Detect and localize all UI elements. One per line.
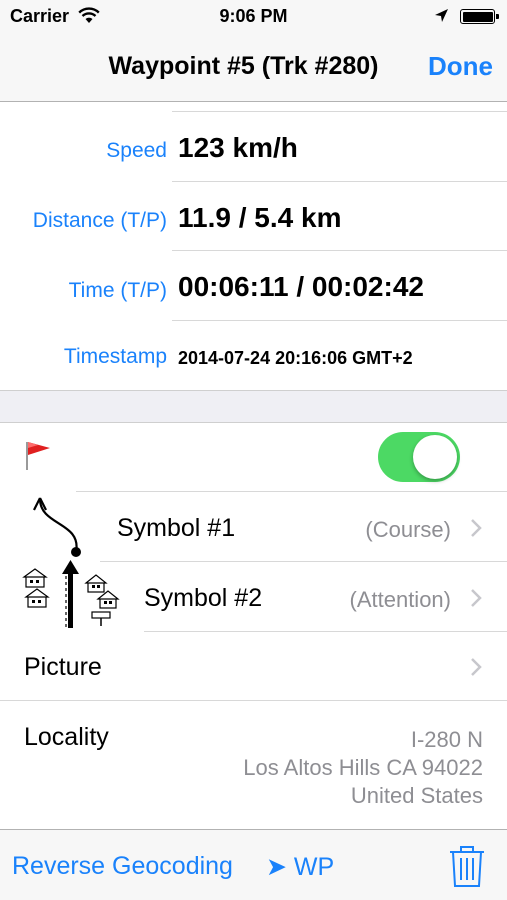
done-button[interactable]: Done [428,51,493,82]
time-label: Time (T/P) [68,279,167,302]
bottom-toolbar: Reverse Geocoding ➤ WP [0,829,507,900]
speed-row: Speed 123 km/h [0,112,507,182]
status-time: 9:06 PM [219,6,288,26]
picture-label[interactable]: Picture [24,653,102,682]
locality-line: Los Altos Hills CA 94022 [243,755,483,780]
divider [76,491,507,492]
location-services-icon [435,9,448,22]
locality-label: Locality [24,723,109,751]
symbol-2-detail: (Attention) [349,587,452,612]
section-separator [0,390,507,423]
time-value: 00:06:11 / 00:02:42 [178,271,424,302]
distance-row: Distance (T/P) 11.9 / 5.4 km [0,182,507,252]
symbol-1-label[interactable]: Symbol #1 [117,514,235,543]
chevron-right-icon[interactable] [470,588,482,608]
time-row: Time (T/P) 00:06:11 / 00:02:42 [0,251,507,321]
wp-button[interactable]: ➤ WP [266,852,334,882]
divider [100,561,507,562]
timestamp-row: Timestamp 2014-07-24 20:16:06 GMT+2 [0,321,507,391]
course-route-icon [22,497,120,630]
locality-address: I-280 N Los Altos Hills CA 94022 United … [243,726,483,810]
red-flag-icon [26,442,50,470]
chevron-right-icon[interactable] [470,518,482,538]
locality-line: I-280 N [410,727,483,752]
chevron-right-icon[interactable] [470,657,482,677]
timestamp-label: Timestamp [63,345,167,368]
locality-line: United States [350,783,483,808]
distance-value: 11.9 / 5.4 km [178,202,342,233]
waypoint-info: Speed 123 km/h Distance (T/P) 11.9 / 5.4… [0,102,507,390]
divider [144,631,507,632]
reverse-geocoding-button[interactable]: Reverse Geocoding [12,852,233,881]
divider [0,700,507,701]
distance-label: Distance (T/P) [32,209,167,232]
battery-icon [460,9,499,24]
status-bar: Carrier 9:06 PM [0,0,507,34]
trash-icon[interactable] [448,844,486,888]
symbol-2-label[interactable]: Symbol #2 [144,584,262,613]
navigation-bar: Carrier 9:06 PM Waypoint #5 (Trk #280) D… [0,0,507,102]
speed-label: Speed [106,139,167,162]
speed-value: 123 km/h [178,132,298,163]
timestamp-value: 2014-07-24 20:16:06 GMT+2 [178,348,413,368]
flag-toggle[interactable] [378,432,460,482]
symbol-1-detail: (Course) [365,517,451,542]
